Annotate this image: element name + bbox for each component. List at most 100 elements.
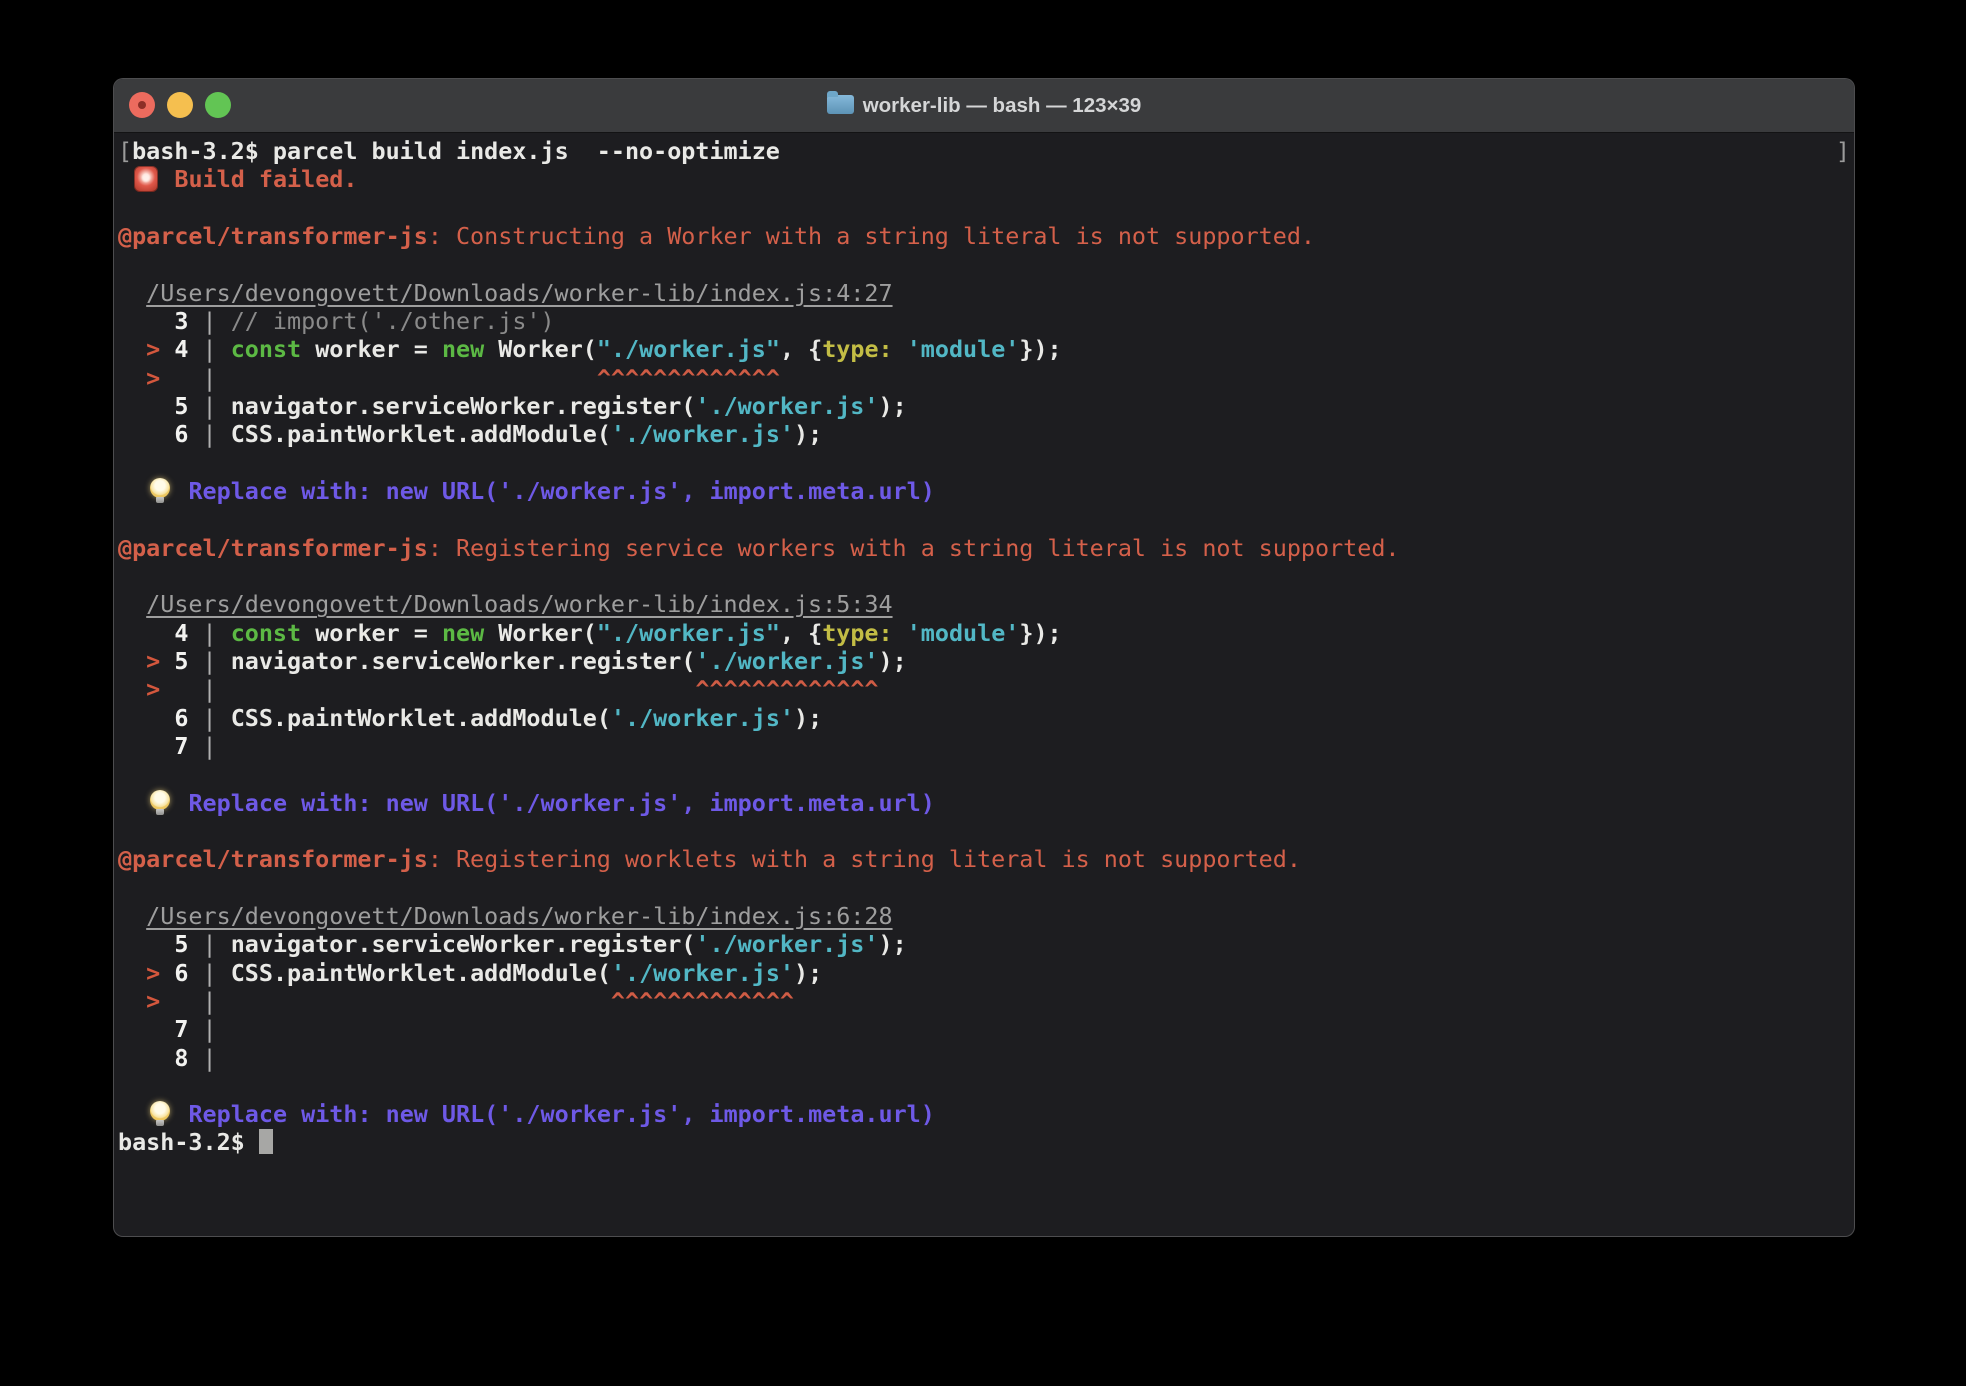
- text-segment: |: [203, 364, 217, 392]
- terminal-line: [bash-3.2$ parcel build index.js --no-op…: [118, 137, 1850, 165]
- text-segment: './worker.js': [695, 647, 878, 675]
- spacer: [217, 675, 696, 703]
- text-segment: });: [1019, 619, 1061, 647]
- text-segment: |: [203, 987, 217, 1015]
- text-segment: [160, 647, 174, 675]
- text-segment: |: [188, 704, 230, 732]
- text-segment: CSS.paintWorklet.addModule(: [231, 704, 611, 732]
- text-segment: /Users/devongovett/Downloads/worker-lib/…: [146, 279, 892, 307]
- close-button[interactable]: [129, 92, 155, 118]
- text-segment: [160, 675, 202, 703]
- text-segment: );: [794, 420, 822, 448]
- terminal-line: [118, 760, 1850, 788]
- text-segment: [118, 987, 146, 1015]
- text-segment: |: [188, 930, 230, 958]
- terminal-line: 5 | navigator.serviceWorker.register('./…: [118, 930, 1850, 958]
- text-segment: './worker.js': [611, 420, 794, 448]
- terminal-line: 7 |: [118, 732, 1850, 760]
- text-segment: [174, 477, 188, 505]
- text-segment: new: [442, 619, 484, 647]
- terminal-line: [118, 562, 1850, 590]
- terminal-line: > 4 | const worker = new Worker("./worke…: [118, 335, 1850, 363]
- text-segment: |: [188, 732, 216, 760]
- terminal-line: [118, 194, 1850, 222]
- text-segment: bash-3.2$: [118, 1128, 259, 1156]
- terminal-line: Build failed.: [118, 165, 1850, 193]
- terminal-cursor: [259, 1129, 273, 1154]
- lightbulb-icon: [148, 478, 172, 504]
- text-segment: );: [794, 959, 822, 987]
- text-segment: 4: [174, 335, 188, 363]
- terminal-screen[interactable]: [bash-3.2$ parcel build index.js --no-op…: [114, 133, 1854, 1157]
- text-segment: 'module': [907, 335, 1020, 363]
- text-segment: ^^^^^^^^^^^^^: [611, 987, 794, 1015]
- text-segment: /Users/devongovett/Downloads/worker-lib/…: [146, 590, 892, 618]
- terminal-line: Replace with: new URL('./worker.js', imp…: [118, 477, 1850, 505]
- text-segment: [118, 732, 174, 760]
- terminal-line: @parcel/transformer-js: Registering work…: [118, 845, 1850, 873]
- text-segment: |: [188, 619, 230, 647]
- terminal-line: @parcel/transformer-js: Constructing a W…: [118, 222, 1850, 250]
- text-segment: Replace with: new URL('./worker.js', imp…: [188, 1100, 934, 1128]
- terminal-line: @parcel/transformer-js: Registering serv…: [118, 534, 1850, 562]
- text-segment: Worker(: [484, 335, 597, 363]
- line-wrap-indicator: ]: [1836, 137, 1850, 165]
- text-segment: const: [231, 335, 301, 363]
- text-segment: @parcel/transformer-js: [118, 222, 428, 250]
- text-segment: [118, 392, 174, 420]
- text-segment: >: [146, 647, 160, 675]
- text-segment: 6: [174, 704, 188, 732]
- minimize-button[interactable]: [167, 92, 193, 118]
- text-segment: [160, 364, 202, 392]
- terminal-line: [118, 1072, 1850, 1100]
- text-segment: [118, 675, 146, 703]
- text-segment: [118, 959, 146, 987]
- text-segment: [118, 789, 146, 817]
- text-segment: CSS.paintWorklet.addModule(: [231, 959, 611, 987]
- text-segment: './worker.js': [611, 704, 794, 732]
- text-segment: [118, 930, 174, 958]
- text-segment: [118, 1015, 174, 1043]
- spacer: [217, 987, 611, 1015]
- text-segment: |: [188, 1044, 216, 1072]
- terminal-line: 8 |: [118, 1044, 1850, 1072]
- terminal-line: [118, 505, 1850, 533]
- text-segment: Worker(: [484, 619, 597, 647]
- text-segment: |: [188, 335, 230, 363]
- text-segment: [118, 165, 132, 193]
- text-segment: [118, 704, 174, 732]
- text-segment: , {: [780, 335, 822, 363]
- zoom-button[interactable]: [205, 92, 231, 118]
- text-segment: // import('./other.js'): [231, 307, 555, 335]
- text-segment: [118, 1100, 146, 1128]
- terminal-line: /Users/devongovett/Downloads/worker-lib/…: [118, 279, 1850, 307]
- text-segment: Replace with: new URL('./worker.js', imp…: [188, 789, 934, 817]
- text-segment: [118, 590, 146, 618]
- text-segment: [118, 647, 146, 675]
- terminal-line: [118, 817, 1850, 845]
- text-segment: new: [442, 335, 484, 363]
- lightbulb-icon: [148, 790, 172, 816]
- text-segment: 4: [174, 619, 188, 647]
- text-segment: |: [188, 420, 230, 448]
- terminal-line: [118, 449, 1850, 477]
- terminal-line: Replace with: new URL('./worker.js', imp…: [118, 1100, 1850, 1128]
- text-segment: './worker.js': [695, 930, 878, 958]
- text-segment: type:: [822, 335, 892, 363]
- text-segment: [160, 165, 174, 193]
- text-segment: bash-3.2$ parcel build index.js --no-opt…: [132, 137, 780, 165]
- folder-icon: [827, 95, 854, 114]
- text-segment: worker =: [301, 619, 442, 647]
- terminal-line: 6 | CSS.paintWorklet.addModule('./worker…: [118, 704, 1850, 732]
- text-segment: [: [118, 137, 132, 165]
- text-segment: });: [1019, 335, 1061, 363]
- text-segment: 3: [174, 307, 188, 335]
- text-segment: Build failed.: [174, 165, 357, 193]
- terminal-line: 7 |: [118, 1015, 1850, 1043]
- text-segment: [174, 1100, 188, 1128]
- terminal-line: /Users/devongovett/Downloads/worker-lib/…: [118, 590, 1850, 618]
- text-segment: [160, 335, 174, 363]
- window-titlebar[interactable]: worker-lib — bash — 123×39: [114, 79, 1854, 133]
- terminal-line: [118, 874, 1850, 902]
- terminal-line: > | ^^^^^^^^^^^^^: [118, 364, 1850, 392]
